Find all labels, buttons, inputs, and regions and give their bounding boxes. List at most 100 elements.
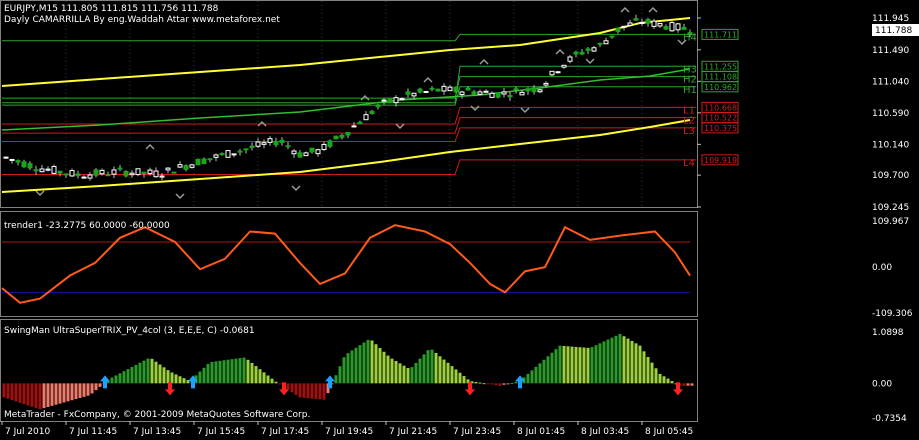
trender-label: trender1 -23.2775 60.0000 -60.0000 [4,221,170,231]
trix-bar [358,345,362,384]
trix-bar [250,362,254,384]
candle-body [231,153,237,156]
candle-body [303,152,309,157]
trix-bar [570,346,574,384]
price-pane[interactable]: 111.711H4111.255H3111.108H2110.962H1110.… [1,1,919,213]
time-tick-label: 8 Jul 05:45 [645,427,693,437]
trix-bar [178,376,182,384]
candle-body [579,51,585,55]
trix-bar [558,345,562,384]
candle-body [567,56,573,62]
time-tick-label: 7 Jul 21:45 [389,427,437,437]
candle-body [351,125,357,128]
trix-bar [166,370,170,384]
trix-bar [138,362,142,384]
trix-bar [122,371,126,384]
candle-body [75,173,81,177]
trix-bar [490,383,494,385]
candle-body [315,149,321,155]
trix-bar [682,383,686,386]
candle-body [225,150,231,158]
level-name-text: H4 [683,32,697,43]
candle-body [177,164,183,168]
candle-body [615,27,621,32]
trender-line [1,224,691,304]
trender-pane[interactable]: trender1 -23.2775 60.0000 -60.0000 109.9… [1,217,913,319]
candle-body [561,64,567,68]
trix-bar [14,383,18,402]
trix-bar [206,364,210,384]
fractal-up-marker [479,58,489,65]
trix-bar [474,381,478,384]
trix-bar [154,361,158,384]
candle-body [285,145,291,148]
candle-body [195,158,201,166]
candle-body [507,94,513,98]
candle-body [477,91,483,95]
indicator-subtitle: Dayly CAMARRILLA By eng.Waddah Attar www… [4,15,280,25]
candle-body [207,158,213,161]
level-label-boxes: 111.711H4111.255H3111.108H2110.962H1110.… [683,28,739,169]
trix-bar [374,344,378,384]
trix-bar [66,383,70,402]
trix-bar [666,378,670,384]
trix-bar [618,333,622,384]
trix-bar [338,366,342,384]
fractal-down-marker [470,105,480,112]
trix-bar [110,377,114,384]
trix-pane[interactable]: SwingMan UltraSuperTRIX_PV_4col (3, E,E,… [2,326,908,424]
candle-body [333,135,339,140]
trix-bar [82,383,86,397]
trix-bar [586,347,590,384]
trix-bar [378,348,382,384]
trix-bar [366,339,370,384]
trix-bar [278,383,282,385]
trix-bar [602,341,606,384]
trix-bar [158,364,162,384]
trix-bar [150,358,154,384]
price-tick-label: 110.140 [872,140,909,150]
candle-body [117,167,123,170]
candle-body [375,104,381,108]
candle-body [543,82,549,86]
time-tick-label: 7 Jul 11:45 [69,427,117,437]
trix-bar [42,383,46,409]
candle-body [597,42,603,45]
candle-body [141,171,147,174]
trix-bar [594,345,598,384]
camarilla-levels [2,33,696,175]
trix-bar [302,383,306,398]
candle-body [345,131,351,136]
trix-bar [294,383,298,395]
candle-body [663,26,669,30]
price-tick-label: 111.945 [872,14,909,24]
candle-body [357,121,363,125]
candle-body [555,71,561,74]
trix-bar [458,372,462,384]
trix-bar [174,374,178,384]
fractal-up-marker [423,76,433,83]
candle-body [39,168,45,173]
candle-body [627,22,633,26]
candle-body [657,23,663,27]
candle-body [267,138,273,143]
candle-body [471,91,477,95]
metatrader-chart[interactable]: 111.711H4111.255H3111.108H2110.962H1110.… [0,0,919,440]
level-value-text: 111.108 [704,73,737,82]
trix-bar [398,363,402,384]
time-tick-label: 7 Jul 17:45 [261,427,309,437]
candle-body [15,160,21,163]
fractal-down-marker [520,107,530,114]
candle-body [591,47,597,52]
candle-body [93,169,99,176]
trix-bar [450,366,454,384]
fractal-down-marker [175,193,185,200]
level-name-text: H1 [683,85,697,96]
time-tick-label: 8 Jul 01:45 [517,427,565,437]
candle-body [621,25,627,28]
trix-bar [550,352,554,384]
candle-body [129,172,135,176]
fractal-down-marker [291,185,301,192]
candle-body [603,40,609,45]
candle-body [45,168,51,171]
